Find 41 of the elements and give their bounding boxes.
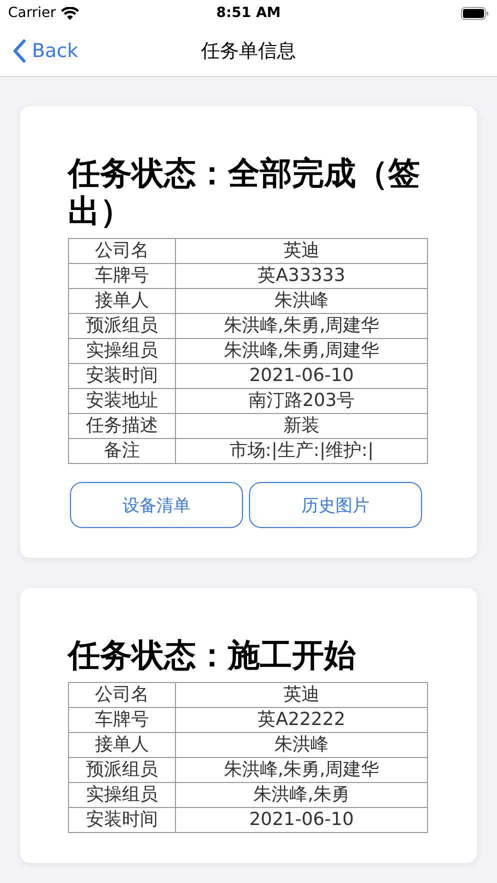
- task-status-heading: 任务状态：施工开始: [68, 636, 357, 674]
- table-cell: 朱洪峰,朱勇,周建华: [176, 758, 428, 782]
- table-cell: 预派组员: [68, 314, 176, 338]
- table-cell: 公司名: [68, 682, 176, 708]
- chevron-left-icon: [12, 39, 26, 63]
- table-cell: 备注: [68, 438, 176, 464]
- table-cell: 市场:|生产:|维护:|: [176, 438, 428, 464]
- back-button[interactable]: Back: [0, 39, 78, 63]
- task-status-heading: 任务状态：全部完成（签出）: [68, 154, 421, 230]
- table-cell: 朱洪峰: [176, 732, 428, 758]
- table-cell: 车牌号: [68, 264, 176, 288]
- table-cell: 安装时间: [68, 808, 176, 832]
- table-cell: 新装: [176, 414, 428, 438]
- wifi-icon: [60, 6, 79, 20]
- table-cell: 预派组员: [68, 758, 176, 782]
- table-cell: 公司名: [68, 238, 176, 264]
- table-cell: 接单人: [68, 288, 176, 314]
- table-cell: 英A33333: [176, 264, 428, 288]
- clock-time: 8:51 AM: [216, 5, 281, 21]
- table-cell: 任务描述: [68, 414, 176, 438]
- table-cell: 车牌号: [68, 708, 176, 732]
- table-cell: 英A22222: [176, 708, 428, 732]
- table-cell: 朱洪峰: [176, 288, 428, 314]
- table-cell: 接单人: [68, 732, 176, 758]
- carrier-label: Carrier: [8, 5, 56, 21]
- table-cell: 英迪: [176, 682, 428, 708]
- table-cell: 安装时间: [68, 364, 176, 388]
- table-cell: 英迪: [176, 238, 428, 264]
- table-cell: 实操组员: [68, 338, 176, 364]
- table-cell: 安装地址: [68, 388, 176, 414]
- table-cell: 朱洪峰,朱勇: [176, 782, 428, 808]
- table-cell: 2021-06-10: [176, 364, 428, 388]
- table-cell: 朱洪峰,朱勇,周建华: [176, 338, 428, 364]
- table-cell: 南汀路203号: [176, 388, 428, 414]
- table-cell: 朱洪峰,朱勇,周建华: [176, 314, 428, 338]
- action-button[interactable]: 历史图片: [249, 482, 422, 528]
- table-cell: 2021-06-10: [176, 808, 428, 832]
- table-cell: 实操组员: [68, 782, 176, 808]
- battery-icon: [461, 6, 489, 20]
- page-title: 任务单信息: [201, 39, 296, 64]
- action-button[interactable]: 设备清单: [70, 482, 243, 528]
